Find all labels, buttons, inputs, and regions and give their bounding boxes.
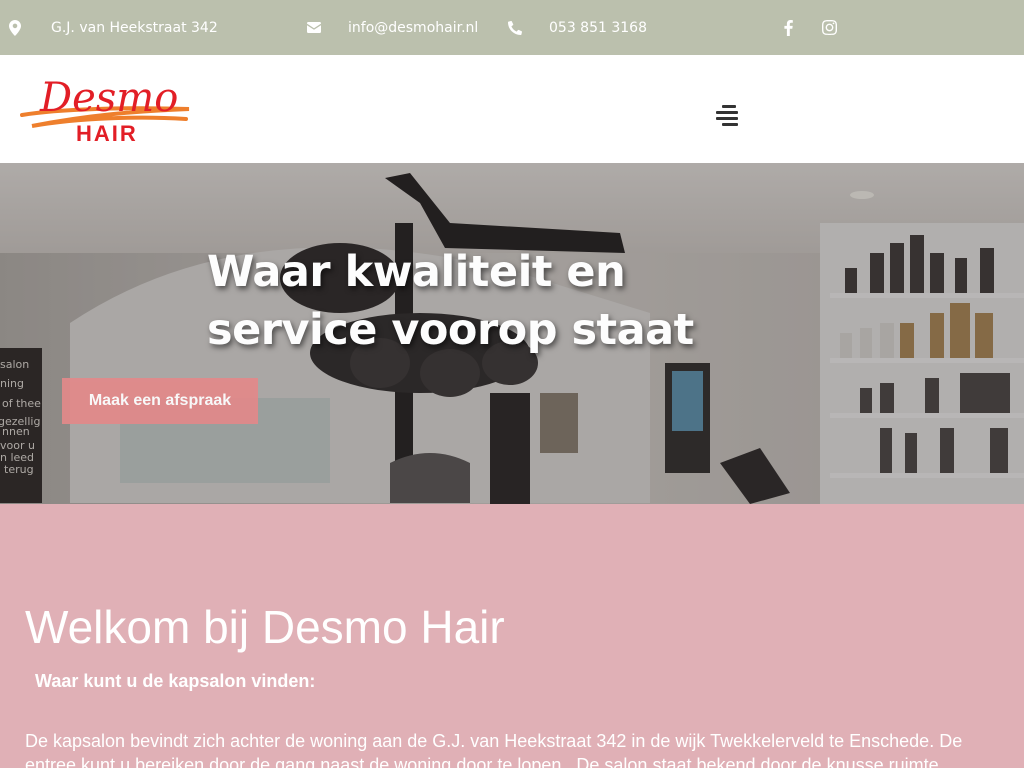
map-marker-icon bbox=[9, 0, 21, 55]
location-subheading: Waar kunt u de kapsalon vinden: bbox=[35, 671, 316, 691]
location-description: De kapsalon bevindt zich achter de wonin… bbox=[25, 731, 963, 768]
site-header: Desmo HAIR bbox=[0, 55, 1024, 163]
svg-text:HAIR: HAIR bbox=[76, 121, 138, 146]
instagram-icon[interactable] bbox=[822, 0, 837, 55]
book-appointment-button[interactable]: Maak een afspraak bbox=[62, 378, 258, 424]
email-link[interactable]: info@desmohair.nl bbox=[348, 0, 478, 55]
hamburger-menu-icon[interactable] bbox=[716, 105, 739, 127]
svg-text:Desmo: Desmo bbox=[39, 75, 178, 121]
welcome-section: Welkom bij Desmo Hair Waar kunt u de kap… bbox=[0, 504, 1024, 768]
top-info-bar: G.J. van Heekstraat 342 info@desmohair.n… bbox=[0, 0, 1024, 55]
hero-banner: salon ning of thee gezellig nnen voor u … bbox=[0, 163, 1024, 504]
phone-link[interactable]: 053 851 3168 bbox=[549, 0, 647, 55]
address-text: G.J. van Heekstraat 342 bbox=[51, 19, 218, 36]
facebook-icon[interactable] bbox=[784, 0, 793, 55]
envelope-icon bbox=[307, 0, 321, 55]
desmo-hair-logo[interactable]: Desmo HAIR bbox=[18, 71, 194, 149]
phone-icon bbox=[508, 0, 522, 55]
hero-title: Waar kwaliteit en service voorop staat bbox=[207, 247, 694, 355]
welcome-heading: Welkom bij Desmo Hair bbox=[25, 601, 505, 653]
